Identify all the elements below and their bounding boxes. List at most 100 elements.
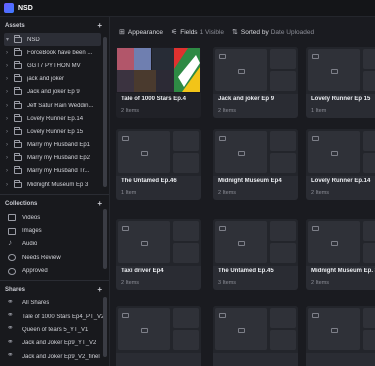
chevron-right-icon[interactable]: › bbox=[6, 129, 14, 135]
asset-card[interactable]: The Untamed Ep.46 1 Item bbox=[116, 129, 201, 200]
tree-item[interactable]: › GGT7 PYTHON MV bbox=[0, 59, 109, 72]
folder-icon bbox=[14, 166, 22, 175]
tree-item[interactable]: › jack and joker bbox=[0, 73, 109, 86]
card-title: Jack and joker Ep 9 bbox=[218, 96, 275, 102]
share-item[interactable]: Jack and Joker Ep9_YT_V2 bbox=[0, 337, 109, 350]
asset-card[interactable] bbox=[116, 306, 201, 366]
share-item[interactable]: Queen of tears 5_YT_V1 bbox=[0, 323, 109, 336]
asset-card[interactable]: Midnight Museum Ep. 3 2 Items bbox=[306, 219, 375, 290]
share-item-label: Jack and Joker Ep9_YT_V2 bbox=[22, 340, 97, 347]
shares-scrollbar[interactable] bbox=[103, 297, 107, 357]
tree-item[interactable]: › Marry my Husband Ep1 bbox=[0, 139, 109, 152]
collection-item-label: Needs Review bbox=[22, 254, 61, 261]
appearance-label: Appearance bbox=[127, 28, 163, 36]
asset-card[interactable]: The Untamed Ep.45 3 Items bbox=[213, 219, 298, 290]
assets-section-header: Assets + bbox=[0, 19, 109, 33]
card-item-count: 2 Items bbox=[121, 280, 140, 286]
collection-item-label: Videos bbox=[22, 214, 41, 221]
collection-item[interactable]: Audio bbox=[0, 238, 109, 251]
asset-card[interactable]: Midnight Museum Ep4 2 Items bbox=[213, 129, 298, 200]
preview-tile bbox=[363, 71, 375, 91]
tree-item[interactable]: › Lovely Runner Ep 15 bbox=[0, 125, 109, 138]
asset-card[interactable]: Lovely Runner Ep.14 2 Items bbox=[306, 129, 375, 200]
preview-tile bbox=[270, 221, 296, 241]
shares-list: All Shares Tale of 1000 Stars Ep4_PT_V2 Qu… bbox=[0, 297, 109, 363]
chevron-right-icon[interactable]: › bbox=[6, 155, 14, 161]
tree-item-label: NSD bbox=[27, 36, 40, 43]
share-item[interactable]: Tale of 1000 Stars Ep4_PT_V2 bbox=[0, 310, 109, 323]
chevron-right-icon[interactable]: › bbox=[6, 103, 14, 109]
asset-card[interactable]: Taxi driver Ep4 2 Items bbox=[116, 219, 201, 290]
tree-item-label: Marry my Husband Tr... bbox=[27, 168, 90, 175]
preview-tile bbox=[363, 131, 375, 151]
folder-icon bbox=[122, 313, 129, 318]
chevron-right-icon[interactable]: › bbox=[6, 89, 14, 95]
tree-item[interactable]: › Jack and joker Ep 9 bbox=[0, 86, 109, 99]
collection-item[interactable]: Images bbox=[0, 225, 109, 238]
add-collection-icon[interactable]: + bbox=[97, 199, 102, 208]
folder-icon bbox=[331, 241, 338, 246]
folder-preview bbox=[306, 129, 375, 176]
collection-item[interactable]: Videos bbox=[0, 211, 109, 224]
tree-item[interactable]: › Lovely Runner Ep.14 bbox=[0, 112, 109, 125]
card-title: Midnight Museum Ep4 bbox=[218, 178, 282, 184]
collection-item[interactable]: Approved bbox=[0, 264, 109, 277]
tree-item[interactable]: › Marry my Husband Tr... bbox=[0, 165, 109, 178]
asset-card[interactable] bbox=[213, 306, 298, 366]
add-share-icon[interactable]: + bbox=[97, 285, 102, 294]
fields-label: Fields bbox=[180, 28, 198, 36]
share-item-label: Queen of tears 5_YT_V1 bbox=[22, 326, 89, 333]
tree-item[interactable]: › Jeff Satur Rain Weddin... bbox=[0, 99, 109, 112]
asset-card[interactable]: Tale of 1000 Stars Ep.4 2 Items bbox=[116, 47, 201, 118]
chevron-down-icon[interactable]: ▾ bbox=[6, 36, 14, 43]
chevron-right-icon[interactable]: › bbox=[6, 50, 14, 56]
sort-button[interactable]: ⇅ Sorted by Date Uploaded bbox=[232, 28, 314, 37]
folder-preview bbox=[213, 306, 298, 353]
collections-scrollbar[interactable] bbox=[103, 209, 107, 269]
asset-card[interactable] bbox=[306, 306, 375, 366]
chevron-right-icon[interactable]: › bbox=[6, 142, 14, 148]
share-item[interactable]: All Shares bbox=[0, 297, 109, 310]
chevron-right-icon[interactable]: › bbox=[6, 168, 14, 174]
divider bbox=[0, 194, 109, 196]
preview-tile bbox=[173, 330, 199, 350]
card-title: Lovely Runner Ep.14 bbox=[311, 178, 371, 184]
folder-icon bbox=[219, 54, 226, 59]
tree-item[interactable]: › Marry my Husband Ep2 bbox=[0, 152, 109, 165]
divider bbox=[0, 279, 109, 281]
chevron-right-icon[interactable]: › bbox=[6, 76, 14, 82]
fields-button[interactable]: ⚟ Fields 1 Visible bbox=[171, 28, 224, 37]
folder-icon bbox=[122, 136, 129, 141]
app-logo-icon bbox=[4, 3, 14, 13]
tree-item[interactable]: ▾ NSD bbox=[4, 33, 101, 47]
folder-icon bbox=[219, 136, 226, 141]
tree-item[interactable]: › Midnight Museum Ep 3 bbox=[0, 178, 109, 191]
add-asset-icon[interactable]: + bbox=[97, 21, 102, 30]
preview-tile bbox=[270, 71, 296, 91]
approved-icon bbox=[8, 267, 16, 275]
tree-item[interactable]: › ForceBook have been ... bbox=[0, 46, 109, 59]
folder-icon bbox=[14, 34, 22, 43]
folder-icon bbox=[14, 113, 22, 122]
collection-item-label: Approved bbox=[22, 268, 48, 275]
share-item[interactable]: Jack and Joker Ep9_V2_finel bbox=[0, 350, 109, 363]
preview-tile bbox=[270, 308, 296, 328]
link-icon bbox=[7, 310, 16, 320]
review-icon bbox=[8, 254, 16, 262]
card-title: Tale of 1000 Stars Ep.4 bbox=[121, 96, 186, 102]
tree-item-label: Jack and joker Ep 9 bbox=[27, 89, 80, 96]
chevron-right-icon[interactable]: › bbox=[6, 182, 14, 188]
chevron-right-icon[interactable]: › bbox=[6, 63, 14, 69]
assets-scrollbar[interactable] bbox=[103, 37, 107, 187]
card-item-count: 2 Items bbox=[121, 108, 140, 114]
asset-card[interactable]: Jack and joker Ep 9 2 Items bbox=[213, 47, 298, 118]
asset-grid: Tale of 1000 Stars Ep.4 2 Items Jack and j… bbox=[116, 47, 375, 366]
appearance-button[interactable]: ⊞ Appearance bbox=[119, 28, 163, 37]
tree-item-label: Marry my Husband Ep1 bbox=[27, 142, 91, 149]
card-item-count: 1 Item bbox=[121, 190, 137, 196]
sorted-by-label: Sorted by bbox=[240, 28, 269, 36]
collection-item[interactable]: Needs Review bbox=[0, 251, 109, 264]
asset-card[interactable]: Lovely Runner Ep 15 1 Item bbox=[306, 47, 375, 118]
chevron-right-icon[interactable]: › bbox=[6, 116, 14, 122]
tree-item-label: GGT7 PYTHON MV bbox=[27, 62, 81, 69]
